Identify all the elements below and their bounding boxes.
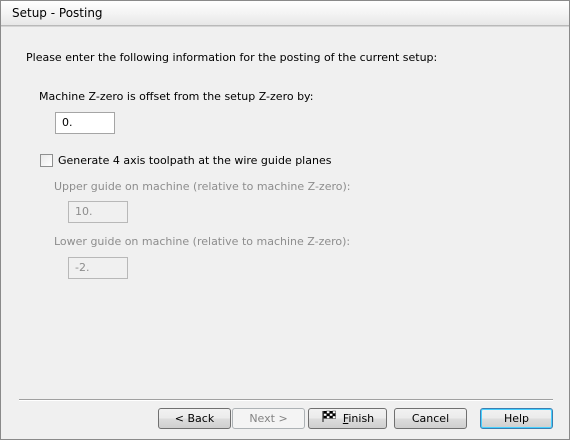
finish-label: inish xyxy=(348,412,375,425)
back-button[interactable]: < Back xyxy=(158,408,231,429)
title-divider xyxy=(1,26,569,27)
four-axis-checkbox[interactable] xyxy=(40,154,53,167)
zero-offset-input[interactable]: 0. xyxy=(55,112,115,134)
window-title: Setup - Posting xyxy=(12,6,103,20)
upper-guide-input[interactable]: 10. xyxy=(68,201,128,223)
setup-posting-dialog: Setup - Posting Please enter the followi… xyxy=(0,0,570,440)
four-axis-label[interactable]: Generate 4 axis toolpath at the wire gui… xyxy=(58,154,331,168)
lower-guide-label: Lower guide on machine (relative to mach… xyxy=(54,235,351,248)
intro-text: Please enter the following information f… xyxy=(26,51,438,64)
finish-button[interactable]: Finish xyxy=(308,408,387,429)
title-bar: Setup - Posting xyxy=(1,1,569,26)
button-separator xyxy=(19,399,553,401)
cancel-button[interactable]: Cancel xyxy=(394,408,467,429)
zero-offset-label: Machine Z-zero is offset from the setup … xyxy=(39,90,314,103)
upper-guide-label: Upper guide on machine (relative to mach… xyxy=(54,180,351,193)
lower-guide-input[interactable]: -2. xyxy=(68,257,128,279)
next-button[interactable]: Next > xyxy=(232,408,305,429)
checkered-flag-icon xyxy=(321,409,337,428)
help-button[interactable]: Help xyxy=(480,408,553,429)
